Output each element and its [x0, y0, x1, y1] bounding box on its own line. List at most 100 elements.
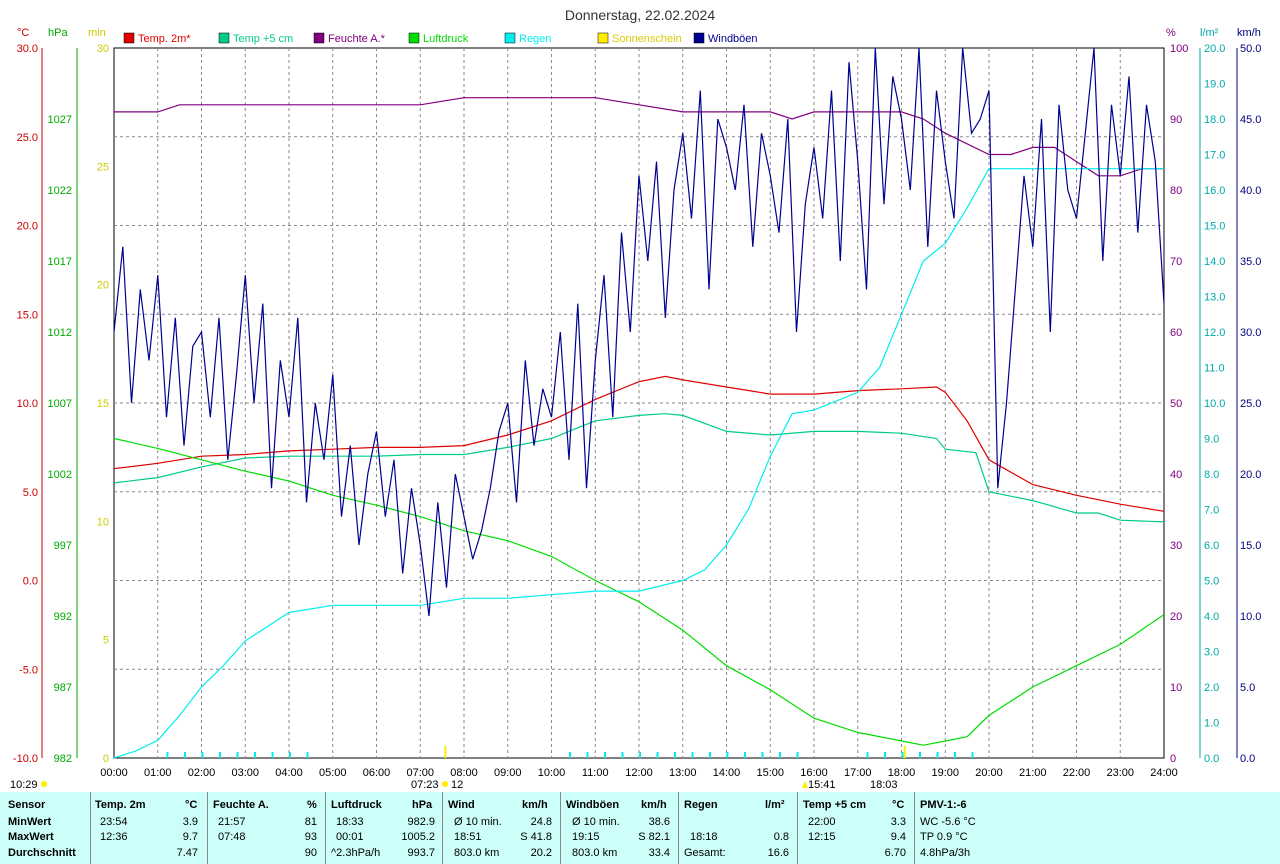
x-tick-label: 08:00: [450, 767, 478, 779]
rain-event-bar: [166, 752, 169, 758]
min-press-value: 982.9: [407, 816, 435, 828]
rain-tick-label: 19.0: [1204, 79, 1225, 91]
humidity-unit: %: [307, 799, 317, 811]
sun-tick-label: 10: [97, 516, 109, 528]
wind-tick-label: 15.0: [1240, 540, 1261, 552]
rain-event-bar: [254, 752, 256, 758]
min-press-time: 18:33: [336, 816, 364, 828]
pmv-header: PMV-1:-6: [920, 799, 967, 811]
rain-tick-label: 13.0: [1204, 292, 1225, 304]
column-divider: [560, 792, 561, 864]
humidity-tick-label: 50: [1170, 398, 1182, 410]
min-temp5-value: 3.3: [890, 816, 906, 828]
wind-tick-label: 0.0: [1240, 753, 1255, 765]
column-divider: [442, 792, 443, 864]
min-gust-value: 38.6: [648, 816, 670, 828]
legend-label: Regen: [519, 33, 551, 45]
rain-tick-label: 4.0: [1204, 611, 1219, 623]
humidity-tick-label: 40: [1170, 469, 1182, 481]
rain-event-bar: [901, 752, 904, 758]
rain-tick-label: 14.0: [1204, 256, 1225, 268]
max-press-value: 1005.2: [401, 831, 435, 843]
temp-axis-unit: °C: [17, 27, 29, 39]
rain-tick-label: 17.0: [1204, 150, 1225, 162]
legend-swatch: [123, 32, 135, 44]
rain-event-bar: [201, 752, 204, 758]
wind-tick-label: 40.0: [1240, 185, 1261, 197]
max-wind-time: 18:51: [454, 831, 482, 843]
pressure-tick-label: 982: [54, 753, 72, 765]
pressure-tick-label: 1022: [48, 185, 72, 197]
x-tick-label: 05:00: [319, 767, 347, 779]
max-temp-value: 9.7: [182, 831, 198, 843]
pressure-tick-label: 1007: [48, 398, 72, 410]
min-gust-label: Ø 10 min.: [572, 816, 620, 828]
temp-tick-label: 10.0: [17, 398, 38, 410]
legend-swatch: [313, 32, 325, 44]
pressure-tick-label: 997: [54, 540, 72, 552]
rain-tick-label: 12.0: [1204, 327, 1225, 339]
rain-tick-label: 15.0: [1204, 221, 1225, 233]
x-tick-label: 10:00: [538, 767, 566, 779]
wind-header: Wind: [448, 799, 475, 811]
humidity-tick-label: 100: [1170, 43, 1188, 55]
wind-tick-label: 35.0: [1240, 256, 1261, 268]
temp-tick-label: 30.0: [17, 43, 38, 55]
rain-event-bar: [306, 752, 309, 758]
column-divider: [678, 792, 679, 864]
max-wind-value: S 41.8: [520, 831, 552, 843]
wind-axis-unit: km/h: [1237, 27, 1261, 39]
temp-tick-label: 25.0: [17, 132, 38, 144]
min-temp5-time: 22:00: [808, 816, 836, 828]
rain-event-bar: [866, 752, 869, 758]
pmv-pressure-trend: 4.8hPa/3h: [920, 847, 971, 859]
rain-event-bar: [884, 752, 886, 758]
legend-label: Feuchte A.*: [328, 33, 386, 45]
max-hum-value: 93: [304, 831, 317, 843]
rain-event-bar: [744, 752, 746, 758]
rain-tick-label: 8.0: [1204, 469, 1219, 481]
rain-event-bar: [709, 752, 711, 758]
rain-unit: l/m²: [765, 799, 785, 811]
pressure-unit: hPa: [412, 799, 433, 811]
pmv-windchill: WC -5.6 °C: [920, 816, 976, 828]
rain-event-bar: [604, 752, 606, 758]
rain-total-value: 16.6: [767, 847, 789, 859]
rain-tick-label: 18.0: [1204, 114, 1225, 126]
rain-event-bar: [971, 752, 974, 758]
rain-event-bar: [936, 752, 939, 758]
pressure-header: Luftdruck: [331, 799, 382, 811]
rain-tick-label: 6.0: [1204, 540, 1219, 552]
legend-label: Temp. 2m*: [138, 33, 191, 45]
rain-event-bar: [219, 752, 221, 758]
column-divider: [207, 792, 208, 864]
humidity-tick-label: 30: [1170, 540, 1182, 552]
sun-tick-label: 15: [97, 398, 109, 410]
pressure-tick-label: 1012: [48, 327, 72, 339]
sunshine-bar: [444, 746, 447, 758]
sun-axis-unit: min: [88, 27, 106, 39]
rain-tick-label: 2.0: [1204, 682, 1219, 694]
sensor-header: Sensor: [8, 799, 46, 811]
temp-tick-label: 5.0: [23, 487, 38, 499]
max-rain-time: 18:18: [690, 831, 718, 843]
press-trend: ^2.3hPa/h: [331, 847, 381, 859]
x-tick-label: 12:00: [625, 767, 653, 779]
wind-tick-label: 25.0: [1240, 398, 1261, 410]
statistics-table: Sensor Temp. 2m °C Feuchte A. % Luftdruc…: [0, 792, 1280, 864]
humidity-header: Feuchte A.: [213, 799, 269, 811]
rain-event-bar: [639, 752, 641, 758]
legend-swatch: [693, 32, 705, 44]
rain-tick-label: 16.0: [1204, 185, 1225, 197]
legend-swatch: [408, 32, 420, 44]
rain-event-bar: [919, 752, 921, 758]
rain-event-bar: [674, 752, 676, 758]
x-tick-label: 17:00: [844, 767, 872, 779]
temp-header: Temp. 2m: [95, 799, 146, 811]
pmv-dewpoint: TP 0.9 °C: [920, 831, 968, 843]
wind-distance: 803.0 km: [454, 847, 500, 859]
legend-swatch: [504, 32, 516, 44]
x-tick-label: 03:00: [231, 767, 259, 779]
x-tick-label: 22:00: [1063, 767, 1091, 779]
marker-time-1541: 15:41: [808, 779, 836, 791]
